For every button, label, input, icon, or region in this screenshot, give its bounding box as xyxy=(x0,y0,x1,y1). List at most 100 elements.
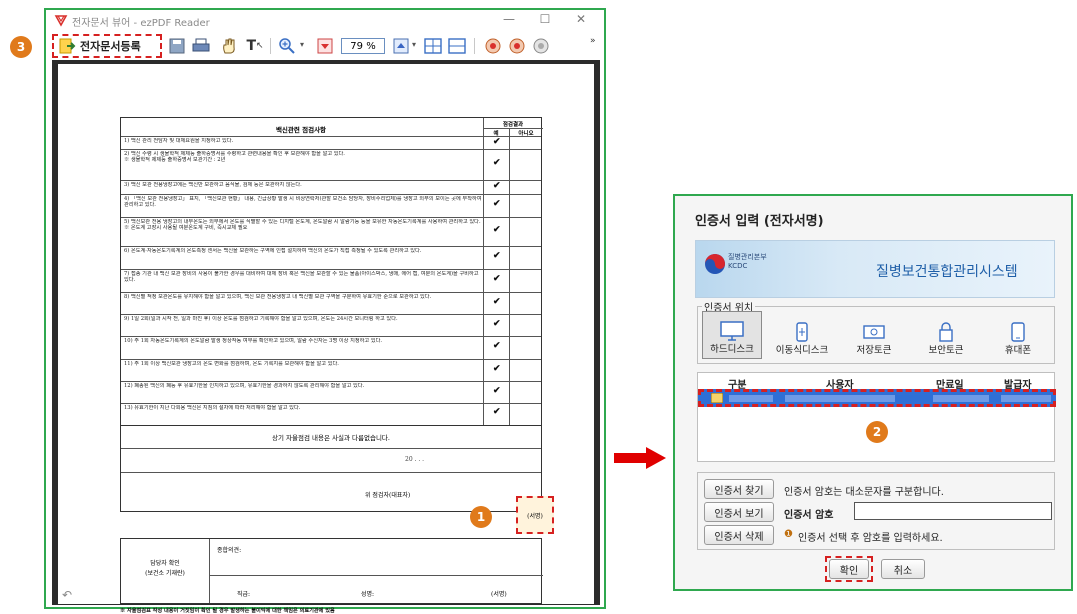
password-section: 인증서 찾기 인증서 암호는 대소문자를 구분합니다. 인증서 보기 인증서 암… xyxy=(697,472,1055,550)
dialog-title: 인증서 입력 (전자서명) xyxy=(695,214,824,229)
fit-icon[interactable] xyxy=(530,36,552,56)
manager-signature-label: (서명) xyxy=(491,591,507,598)
check-mark: ✔ xyxy=(493,181,501,191)
location-label: 휴대폰 xyxy=(1004,345,1032,356)
checklist-row-text: 7) 접종 기관 내 백신 보관 장비의 사용이 불가한 경우를 대비하여 대체… xyxy=(124,271,479,284)
check-mark: ✔ xyxy=(493,137,501,147)
selected-certificate-row[interactable] xyxy=(698,389,1056,407)
document-viewer[interactable]: 백신관련 점검사항 점검결과 예 아니오 1) 백신 관리 전담자 및 대체요원… xyxy=(52,60,600,614)
zoom-dropdown-icon[interactable]: ▾ xyxy=(300,40,304,49)
check-mark: ✔ xyxy=(493,341,501,351)
checklist-row: 1) 백신 관리 전담자 및 대체요원을 지정하고 있다. ✔ xyxy=(121,136,541,149)
location-hard-disk[interactable]: 하드디스크 xyxy=(702,311,762,359)
ezpdf-reader-window: 전자문서 뷰어 - ezPDF Reader — ☐ ✕ 전자문서등록 T ↖ ▾ xyxy=(44,8,606,614)
manager-label: 담당자 확인 (보건소 기재란) xyxy=(121,559,209,579)
save-icon[interactable] xyxy=(166,36,188,56)
zoom-level-input[interactable]: 79 % xyxy=(341,38,385,54)
checklist-row: 7) 접종 기관 내 백신 보관 장비의 사용이 불가한 경우를 대비하여 대체… xyxy=(121,269,541,292)
ezpdf-logo-icon xyxy=(54,15,68,27)
hard-disk-icon xyxy=(720,321,744,341)
checklist-row: 5) 백신보관 전용 냉장고의 내부온도는 외부에서 온도를 식별할 수 있는 … xyxy=(121,217,541,246)
page-dropdown-icon[interactable]: ▾ xyxy=(412,40,416,49)
register-document-icon xyxy=(59,38,76,54)
case-sensitive-hint: 인증서 암호는 대소문자를 구분합니다. xyxy=(784,487,944,498)
checklist-row: 2) 백신 수령 시 생물학적 제제등 출하증명서를 수령하고 관련내용을 확인… xyxy=(121,149,541,180)
certificate-icon xyxy=(711,393,723,403)
taegeuk-logo-icon xyxy=(705,254,725,274)
document-page: 백신관련 점검사항 점검결과 예 아니오 1) 백신 관리 전담자 및 대체요원… xyxy=(58,64,594,614)
certificate-dialog: 인증서 입력 (전자서명) 질병관리본부 KCDC 질병보건통합관리시스템 인증… xyxy=(673,194,1073,591)
checklist-row: 10) 주 1회 자동온도기록계의 온도알람 발생 정상작동 여부를 확인하고 … xyxy=(121,336,541,359)
check-mark: ✔ xyxy=(493,319,501,329)
kcdc-banner: 질병관리본부 KCDC 질병보건통합관리시스템 xyxy=(695,240,1055,298)
minimize-icon[interactable]: — xyxy=(494,12,524,26)
register-document-label: 전자문서등록 xyxy=(80,40,141,53)
location-phone[interactable]: 휴대폰 xyxy=(988,311,1048,359)
back-arrow-icon[interactable]: ↶ xyxy=(62,588,72,602)
text-select-icon[interactable]: T ↖ xyxy=(244,36,266,56)
register-document-button[interactable]: 전자문서등록 xyxy=(52,34,162,58)
check-mark: ✔ xyxy=(493,251,501,261)
checklist-row: 13) 유효기한이 지난 다회용 백신은 지침의 절차에 따라 처리해야 함을 … xyxy=(121,403,541,427)
single-page-icon[interactable] xyxy=(422,36,444,56)
org-name-english: KCDC xyxy=(728,262,748,270)
checklist-row: 6) 온도계·자동온도기록계의 온도측정 센서는 백신을 보관하는 구역에 인접… xyxy=(121,246,541,269)
footnote: ※ 자율점검표 작성 내용이 거짓임이 확인 될 경우 발생하는 불이익에 대한… xyxy=(120,608,335,614)
view-certificate-button[interactable]: 인증서 보기 xyxy=(704,502,774,522)
check-mark: ✔ xyxy=(493,225,501,235)
rotate-left-icon[interactable] xyxy=(482,36,504,56)
manager-label-line1: 담당자 확인 xyxy=(150,560,180,567)
rotate-right-icon[interactable] xyxy=(506,36,528,56)
certificate-password-input[interactable] xyxy=(854,502,1052,520)
name-label: 성명: xyxy=(361,591,375,598)
hand-icon[interactable] xyxy=(218,36,240,56)
checklist-row-text: 6) 온도계·자동온도기록계의 온도측정 센서는 백신을 보관하는 구역에 인접… xyxy=(124,248,422,254)
step-badge-3: 3 xyxy=(10,36,32,58)
manager-label-line2: (보건소 기재란) xyxy=(145,570,185,577)
print-icon[interactable] xyxy=(190,36,212,56)
checklist-row-text: 12) 폐송된 백신의 폐등 후 유효기한을 인지하고 있으며, 유효기한을 경… xyxy=(124,383,365,389)
org-name: 질병관리본부 KCDC xyxy=(728,253,767,271)
down-arrow-icon[interactable] xyxy=(314,36,336,56)
zoom-in-icon[interactable] xyxy=(276,36,298,56)
checklist-row: 12) 폐송된 백신의 폐등 후 유효기한을 인지하고 있으며, 유효기한을 경… xyxy=(121,381,541,403)
storage-token-icon xyxy=(863,325,885,339)
confirmation-statement: 상기 자율점검 내용은 사실과 다름없습니다. xyxy=(272,434,390,442)
location-security-token[interactable]: 보안토큰 xyxy=(916,311,976,359)
checklist-row: 3) 백신 보관 전용냉장고에는 백신만 보관하고 음식물, 검체 등은 보관하… xyxy=(121,180,541,194)
date-field: 20 . . . xyxy=(405,456,425,463)
location-removable-disk[interactable]: 이동식디스크 xyxy=(772,311,832,359)
check-mark: ✔ xyxy=(493,199,501,209)
checklist-table: 백신관련 점검사항 점검결과 예 아니오 1) 백신 관리 전담자 및 대체요원… xyxy=(120,117,543,427)
cancel-button[interactable]: 취소 xyxy=(881,559,925,579)
checklist-row-text: 10) 주 1회 자동온도기록계의 온도알람 발생 정상작동 여부를 확인하고 … xyxy=(124,338,383,344)
checklist-row-text: 9) 1일 2회(일과 시작 전, 일과 마친 후) 이상 온도를 점검하고 기… xyxy=(124,316,398,322)
select-certificate-hint: 인증서 선택 후 암호를 입력하세요. xyxy=(798,533,943,544)
checklist-title: 백신관련 점검사항 xyxy=(275,126,327,134)
security-token-icon xyxy=(939,322,953,342)
location-storage-token[interactable]: 저장토큰 xyxy=(844,311,904,359)
confirmation-section: 상기 자율점검 내용은 사실과 다름없습니다. 20 . . . 위 점검자(대… xyxy=(120,426,542,512)
checklist-row-text: 13) 유효기한이 지난 다회용 백신은 지침의 절차에 따라 처리해야 함을 … xyxy=(124,405,301,411)
certificate-location-group: 인증서 위치 하드디스크 이동식디스크 저장토큰 보안토큰 휴대폰 xyxy=(697,299,1055,364)
inspector-label: 위 점검자(대표자) xyxy=(365,492,411,499)
location-label: 저장토큰 xyxy=(856,345,892,356)
signature-field[interactable]: (서명) xyxy=(516,496,554,534)
close-icon[interactable]: ✕ xyxy=(566,12,596,26)
location-label: 이동식디스크 xyxy=(775,345,829,356)
find-certificate-button[interactable]: 인증서 찾기 xyxy=(704,479,774,499)
checklist-row-text: 2) 백신 수령 시 생물학적 제제등 출하증명서를 수령하고 관련내용을 확인… xyxy=(124,151,345,164)
two-page-icon[interactable] xyxy=(446,36,468,56)
overall-opinion-label: 종합의견: xyxy=(217,547,242,554)
delete-certificate-button[interactable]: 인증서 삭제 xyxy=(704,525,774,545)
certificate-list[interactable]: 구분 사용자 만료일 발급자 2 xyxy=(697,372,1056,462)
checklist-row: 9) 1일 2회(일과 시작 전, 일과 마친 후) 이상 온도를 점검하고 기… xyxy=(121,314,541,336)
toolbar-overflow-icon[interactable]: » xyxy=(590,36,596,46)
check-mark: ✔ xyxy=(493,158,501,168)
up-arrow-icon[interactable] xyxy=(390,36,412,56)
signature-label: (서명) xyxy=(527,512,543,520)
ok-button[interactable]: 확인 xyxy=(829,559,869,579)
maximize-icon[interactable]: ☐ xyxy=(530,12,560,26)
check-mark: ✔ xyxy=(493,386,501,396)
checklist-row-text: 5) 백신보관 전용 냉장고의 내부온도는 외부에서 온도를 식별할 수 있는 … xyxy=(124,219,481,232)
